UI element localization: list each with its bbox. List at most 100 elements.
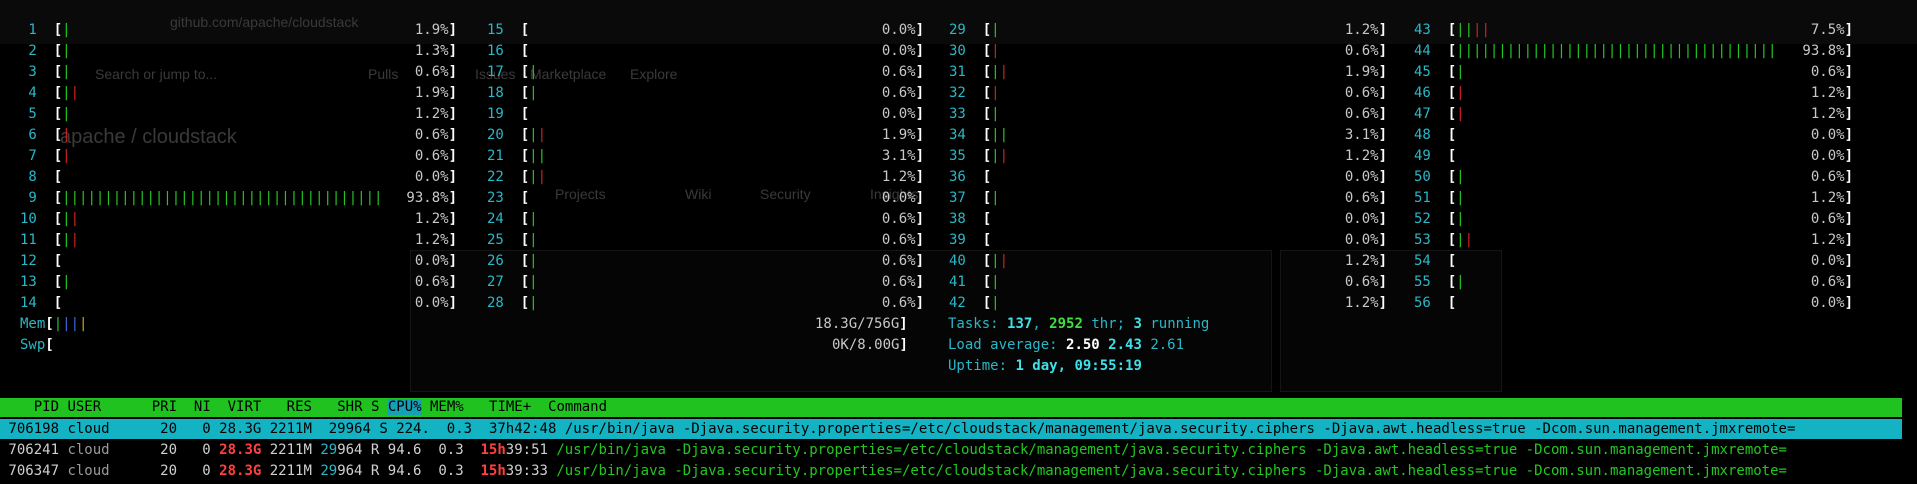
cpu-percent-26: 0.6%] [881,253,924,269]
mem-meter: Mem[|||| [20,316,88,332]
cpu-number: 51 [1414,190,1448,206]
cpu-number: 38 [949,211,983,227]
load-15: 2.61 [1150,337,1185,353]
col-command[interactable]: Command [548,399,607,415]
cpu-percent-32: 0.6%] [1344,85,1387,101]
cpu-usage-bar: | [62,127,71,143]
cpu-number: 13 [20,274,54,290]
col-res[interactable]: RES [287,399,312,415]
cpu-percent-20: 1.9%] [881,127,924,143]
cpu-number: 5 [20,106,54,122]
cpu-percent-35: 1.2%] [1344,148,1387,164]
cpu-number: 34 [949,127,983,143]
cpu-percent-13: 0.6%] [414,274,457,290]
cpu-number: 17 [487,64,521,80]
cpu-number: 33 [949,106,983,122]
cpu-meter-12: 12 [ [20,253,63,269]
cpu-usage-bar: |||||||||||||||||||||||||||||||||||||| [1456,43,1777,59]
cpu-number: 53 [1414,232,1448,248]
cpu-meter-4: 4 [|| [20,85,80,101]
cpu-usage-bar: || [991,253,1009,269]
cpu-percent-54: 0.0%] [1810,253,1853,269]
cpu-number: 48 [1414,127,1448,143]
uptime-line: Uptime: 1 day, 09:55:19 [948,356,1142,376]
cpu-number: 25 [487,232,521,248]
cpu-number: 16 [487,43,521,59]
cpu-usage-bar: || [62,85,80,101]
cpu-meter-52: 52 [| [1414,211,1465,227]
cpu-percent-43: 7.5%] [1810,22,1853,38]
cpu-meter-51: 51 [| [1414,190,1465,206]
cpu-percent-18: 0.6%] [881,85,924,101]
cpu-meter-5: 5 [| [20,106,71,122]
cpu-number: 56 [1414,295,1448,311]
cpu-meter-44: 44 [||||||||||||||||||||||||||||||||||||… [1414,43,1777,59]
cpu-meter-41: 41 [| [949,274,1000,290]
cpu-number: 43 [1414,22,1448,38]
col-pri[interactable]: PRI [152,399,177,415]
process-table-header[interactable]: PID USER PRI NI VIRT RES SHR S CPU% MEM%… [0,398,1902,417]
cpu-number: 8 [20,169,54,185]
col-virt[interactable]: VIRT [228,399,262,415]
cpu-usage-bar: | [529,85,538,101]
process-row[interactable]: 706347 cloud 20 0 28.3G 2211M 29964 R 94… [0,461,1902,481]
threads-suffix: thr; [1082,316,1134,332]
cpu-usage-bar: | [1456,64,1465,80]
col-s[interactable]: S [371,399,379,415]
cpu-number: 3 [20,64,54,80]
col-cpu[interactable]: CPU% [387,399,422,415]
cpu-percent-55: 0.6%] [1810,274,1853,290]
col-user[interactable]: USER [67,399,101,415]
cpu-meter-46: 46 [| [1414,85,1465,101]
cpu-usage-bar: | [62,64,71,80]
load-label: Load average: [948,337,1067,353]
cpu-meter-27: 27 [| [487,274,538,290]
cpu-percent-25: 0.6%] [881,232,924,248]
cpu-percent-42: 1.2%] [1344,295,1387,311]
process-row[interactable]: 706241 cloud 20 0 28.3G 2211M 29964 R 94… [0,440,1902,460]
cpu-meter-17: 17 [| [487,64,538,80]
cpu-meter-13: 13 [| [20,274,71,290]
swp-label: Swp [20,337,46,353]
cpu-percent-1: 1.9%] [414,22,457,38]
cpu-percent-30: 0.6%] [1344,43,1387,59]
cpu-meter-22: 22 [|| [487,169,547,185]
load-line: Load average: 2.50 2.43 2.61 [948,335,1184,355]
cpu-meter-11: 11 [|| [20,232,80,248]
cpu-usage-bar: |||| [1456,22,1490,38]
cpu-number: 35 [949,148,983,164]
cpu-meter-40: 40 [|| [949,253,1009,269]
col-shr[interactable]: SHR [337,399,362,415]
cpu-usage-bar: | [529,64,538,80]
cpu-meter-56: 56 [ [1414,295,1457,311]
col-pid[interactable]: PID [0,399,59,415]
cpu-percent-7: 0.6%] [414,148,457,164]
cpu-number: 12 [20,253,54,269]
cpu-usage-bar: | [529,211,538,227]
load-5: 2.43 [1108,337,1142,353]
cpu-usage-bar: | [1456,190,1465,206]
cpu-number: 14 [20,295,54,311]
cpu-percent-5: 1.2%] [414,106,457,122]
process-row[interactable]: 706198 cloud 20 0 28.3G 2211M 29964 S 22… [0,419,1902,439]
cpu-percent-2: 1.3%] [414,43,457,59]
cpu-number: 32 [949,85,983,101]
cpu-usage-bar: | [991,274,1000,290]
cpu-number: 37 [949,190,983,206]
col-time[interactable]: TIME+ [489,399,531,415]
cpu-usage-bar: | [62,148,71,164]
cpu-number: 55 [1414,274,1448,290]
col-ni[interactable]: NI [194,399,211,415]
cpu-meter-14: 14 [ [20,295,63,311]
cpu-number: 20 [487,127,521,143]
cpu-usage-bar: | [529,232,538,248]
cpu-number: 54 [1414,253,1448,269]
cpu-usage-bar: | [1456,274,1465,290]
cpu-percent-46: 1.2%] [1810,85,1853,101]
cpu-number: 28 [487,295,521,311]
col-mem[interactable]: MEM% [430,399,464,415]
cpu-percent-33: 0.6%] [1344,106,1387,122]
mem-value-row: 18.3G/756G] [815,316,908,332]
cpu-usage-bar: | [991,295,1000,311]
cpu-usage-bar: |||||||||||||||||||||||||||||||||||||| [62,190,383,206]
